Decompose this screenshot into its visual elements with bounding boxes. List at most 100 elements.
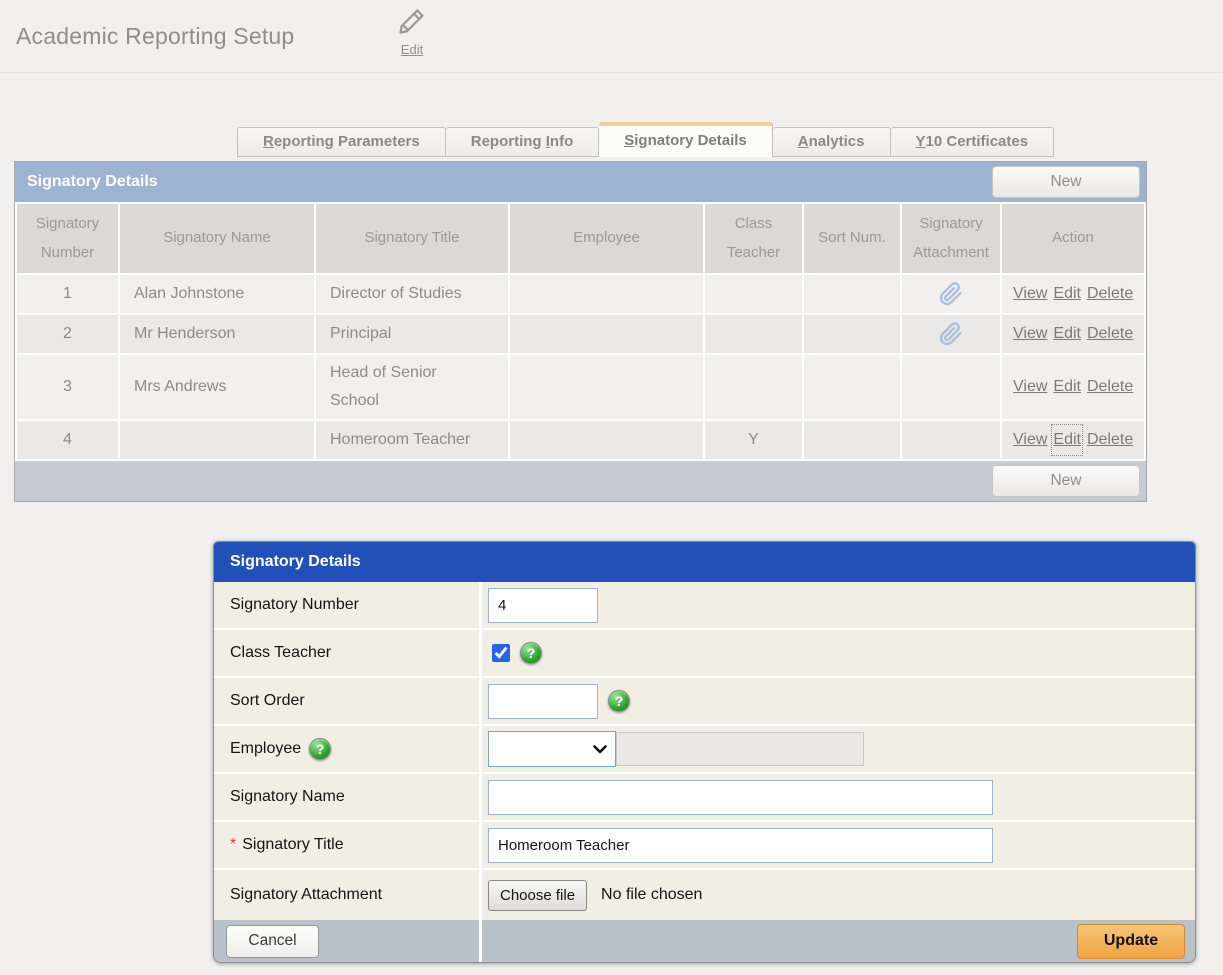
column-header: Signatory Number — [17, 204, 118, 273]
new-button-top[interactable]: New — [992, 166, 1140, 198]
signatory-title-label: Signatory Title — [242, 836, 343, 854]
edit-link[interactable]: Edit — [1053, 320, 1081, 348]
sort-order-input[interactable] — [488, 684, 598, 719]
sort-order-help-icon[interactable]: ? — [608, 690, 630, 712]
view-link[interactable]: View — [1013, 373, 1047, 401]
form-row-signatory-title: * Signatory Title — [214, 822, 1195, 870]
table-row: 1Alan JohnstoneDirector of StudiesViewEd… — [17, 275, 1144, 313]
action-cell: ViewEditDelete — [1002, 421, 1144, 459]
form-row-class-teacher: Class Teacher ? — [214, 630, 1195, 678]
employee-cell — [510, 421, 703, 459]
edit-button-label: Edit — [401, 42, 423, 57]
signatory-name-cell: Mrs Andrews — [120, 355, 314, 419]
form-title: Signatory Details — [230, 553, 361, 571]
class-teacher-cell — [705, 355, 802, 419]
action-cell: ViewEditDelete — [1002, 315, 1144, 353]
table-header-row: Signatory NumberSignatory NameSignatory … — [17, 204, 1144, 273]
signatory-attachment-cell — [902, 275, 1000, 313]
form-row-signatory-number: Signatory Number — [214, 582, 1195, 630]
table-body: 1Alan JohnstoneDirector of StudiesViewEd… — [17, 275, 1144, 459]
required-asterisk: * — [230, 836, 236, 854]
table-footbar: New — [15, 461, 1146, 501]
column-header: Signatory Title — [316, 204, 508, 273]
chevron-down-icon — [593, 745, 607, 754]
employee-select[interactable] — [488, 731, 616, 767]
signatory-name-input[interactable] — [488, 780, 993, 815]
edit-link[interactable]: Edit — [1053, 373, 1081, 401]
column-header: Sort Num. — [804, 204, 900, 273]
employee-help-icon[interactable]: ? — [309, 738, 331, 760]
app-header: Academic Reporting Setup Edit — [0, 0, 1223, 73]
class-teacher-label: Class Teacher — [214, 630, 482, 676]
edit-link[interactable]: Edit — [1053, 280, 1081, 308]
table-titlebar: Signatory Details New — [15, 162, 1146, 202]
signatory-number-cell: 4 — [17, 421, 118, 459]
signatory-title-cell: Head of Senior School — [316, 355, 508, 419]
signatory-name-cell: Alan Johnstone — [120, 275, 314, 313]
delete-link[interactable]: Delete — [1087, 373, 1133, 401]
table-title: Signatory Details — [27, 173, 992, 191]
tab-signatory-details[interactable]: Signatory Details — [599, 122, 773, 157]
new-button-bottom[interactable]: New — [992, 465, 1140, 497]
column-header: Signatory Name — [120, 204, 314, 273]
class-teacher-checkbox[interactable] — [492, 644, 510, 662]
delete-link[interactable]: Delete — [1087, 426, 1133, 454]
employee-cell — [510, 315, 703, 353]
form-row-employee: Employee ? — [214, 726, 1195, 774]
view-link[interactable]: View — [1013, 280, 1047, 308]
signatory-attachment-cell — [902, 421, 1000, 459]
sort-order-label: Sort Order — [214, 678, 482, 724]
tab-reporting-parameters[interactable]: Reporting Parameters — [237, 127, 446, 157]
column-header: Signatory Attachment — [902, 204, 1000, 273]
table-row: 3Mrs AndrewsHead of Senior SchoolViewEdi… — [17, 355, 1144, 419]
action-cell: ViewEditDelete — [1002, 275, 1144, 313]
tab-reporting-info[interactable]: Reporting Info — [446, 127, 600, 157]
signatory-attachment-cell — [902, 315, 1000, 353]
form-row-signatory-name: Signatory Name — [214, 774, 1195, 822]
attachment-paperclip-icon[interactable] — [939, 282, 963, 306]
signatory-title-cell: Homeroom Teacher — [316, 421, 508, 459]
signatory-number-cell: 2 — [17, 315, 118, 353]
tab-strip: Reporting ParametersReporting InfoSignat… — [237, 122, 1054, 157]
tab-analytics[interactable]: Analytics — [773, 127, 891, 157]
signatory-form: Signatory Details Signatory Number Class… — [213, 541, 1196, 963]
class-teacher-help-icon[interactable]: ? — [520, 642, 542, 664]
sort-num-cell — [804, 421, 900, 459]
sort-num-cell — [804, 355, 900, 419]
column-header: Action — [1002, 204, 1144, 273]
delete-link[interactable]: Delete — [1087, 320, 1133, 348]
delete-link[interactable]: Delete — [1087, 280, 1133, 308]
form-footbar: Cancel Update — [214, 920, 1195, 962]
signatory-attachment-cell — [902, 355, 1000, 419]
file-chosen-status: No file chosen — [601, 886, 702, 904]
signatory-name-cell: Mr Henderson — [120, 315, 314, 353]
tab-y10-certificates[interactable]: Y10 Certificates — [891, 127, 1055, 157]
action-cell: ViewEditDelete — [1002, 355, 1144, 419]
signatory-title-input[interactable] — [488, 828, 993, 863]
edit-button[interactable]: Edit — [388, 6, 436, 57]
signatory-number-input[interactable] — [488, 588, 598, 623]
table-grid: Signatory NumberSignatory NameSignatory … — [15, 202, 1146, 461]
cancel-button[interactable]: Cancel — [226, 925, 319, 958]
class-teacher-cell: Y — [705, 421, 802, 459]
form-row-sort-order: Sort Order ? — [214, 678, 1195, 726]
signatory-name-cell — [120, 421, 314, 459]
edit-pencil-icon — [397, 6, 427, 41]
column-header: Employee — [510, 204, 703, 273]
view-link[interactable]: View — [1013, 426, 1047, 454]
class-teacher-cell — [705, 315, 802, 353]
class-teacher-cell — [705, 275, 802, 313]
choose-file-button[interactable]: Choose file — [488, 880, 587, 911]
signatory-title-cell: Principal — [316, 315, 508, 353]
signatory-number-label: Signatory Number — [214, 582, 482, 628]
attachment-paperclip-icon[interactable] — [939, 322, 963, 346]
table-row: 2Mr HendersonPrincipal ViewEditDelete — [17, 315, 1144, 353]
view-link[interactable]: View — [1013, 320, 1047, 348]
update-button[interactable]: Update — [1077, 924, 1185, 959]
page: Academic Reporting Setup Edit Reporting … — [0, 0, 1223, 975]
edit-link[interactable]: Edit — [1053, 426, 1081, 454]
employee-name-disabled-field — [616, 732, 864, 766]
table-row: 4 Homeroom Teacher Y ViewEditDelete — [17, 421, 1144, 459]
sort-num-cell — [804, 315, 900, 353]
employee-cell — [510, 275, 703, 313]
